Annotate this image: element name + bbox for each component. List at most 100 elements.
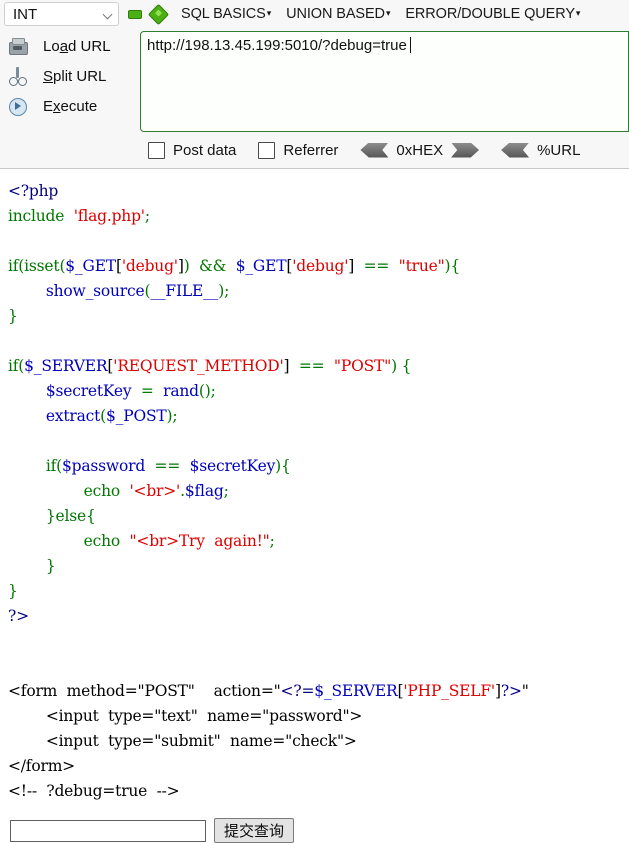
code-token: "<br>Try again!" [129, 532, 270, 550]
code-line: <input type="text" name="password"> [8, 704, 629, 729]
code-token: 'flag.php' [73, 207, 145, 225]
hex-label: 0xHEX [396, 141, 444, 159]
code-token: <input type="text" name="password"> [8, 707, 363, 725]
code-token: if [8, 357, 19, 375]
code-token: <?= [280, 682, 315, 700]
code-token: { [85, 507, 96, 525]
hex-encode-arrow-icon[interactable] [451, 142, 480, 158]
url-input-value: http://198.13.45.199:5010/?debug=true [147, 37, 407, 54]
code-token: { [396, 357, 412, 375]
code-token: { [281, 457, 291, 475]
referrer-label: Referrer [283, 141, 339, 159]
code-token: $flag [184, 482, 224, 500]
split-url-button[interactable]: Split URL [0, 61, 140, 91]
caret-down-icon: ▾ [385, 8, 391, 18]
code-token: == [298, 357, 325, 375]
chevron-down-icon [104, 10, 113, 19]
code-token: '<br>' [129, 482, 181, 500]
url-encoder-group: %URL [501, 142, 588, 159]
execute-button[interactable]: Execute [0, 91, 140, 121]
code-token: <!-- ?debug=true --> [8, 782, 180, 800]
post-data-checkbox[interactable] [148, 141, 165, 159]
menu-error-double-query[interactable]: ERROR/DOUBLE QUERY▾ [405, 6, 580, 22]
code-token: " [521, 682, 529, 700]
caret-down-icon: ▾ [266, 8, 272, 18]
referrer-option[interactable]: Referrer [258, 141, 339, 159]
execute-label: Execute [43, 97, 98, 115]
minus-icon[interactable] [128, 10, 142, 19]
hackbar-main-row: Load URL Split URL Execute http://198.13… [0, 28, 629, 132]
code-token: show_source [45, 282, 145, 300]
code-token: $secretKey [189, 457, 276, 475]
code-line: $secretKey = rand(); [8, 379, 629, 404]
hex-decode-arrow-icon[interactable] [360, 142, 389, 158]
code-line: } [8, 304, 629, 329]
code-token: 'debug' [292, 257, 349, 275]
post-data-option[interactable]: Post data [148, 141, 237, 159]
password-form: 提交查询 [0, 804, 629, 843]
php-source-view: <?php include 'flag.php'; if(isset($_GET[… [0, 169, 629, 804]
code-token: () [198, 382, 211, 400]
code-token: ; [210, 382, 216, 400]
code-line: }else{ [8, 504, 629, 529]
referrer-checkbox[interactable] [258, 141, 276, 159]
text-cursor [409, 37, 411, 53]
load-url-label: Load URL [43, 37, 111, 55]
code-token: "true" [398, 257, 445, 275]
hackbar-panel: INT SQL BASICS▾ UNION BASED▾ ERROR/DOUBL… [0, 0, 629, 169]
hackbar-menubar: INT SQL BASICS▾ UNION BASED▾ ERROR/DOUBL… [0, 0, 629, 28]
code-line: <!-- ?debug=true --> [8, 779, 629, 804]
code-token: $_SERVER [24, 357, 108, 375]
menu-sql-basics[interactable]: SQL BASICS▾ [181, 6, 271, 22]
code-line: extract($_POST); [8, 404, 629, 429]
code-line: ?> [8, 604, 629, 629]
code-line: echo '<br>'.$flag; [8, 479, 629, 504]
code-token: if [45, 457, 57, 475]
code-line: <input type="submit" name="check"> [8, 729, 629, 754]
hackbar-action-list: Load URL Split URL Execute [0, 28, 140, 121]
menu-error-double-query-label: ERROR/DOUBLE QUERY [405, 6, 575, 22]
printer-icon [7, 36, 29, 56]
scissors-icon [7, 66, 29, 86]
code-token: ?> [8, 607, 29, 625]
menu-union-based[interactable]: UNION BASED▾ [286, 6, 390, 22]
code-token: __FILE__ [150, 282, 219, 300]
url-decode-arrow-icon[interactable] [501, 142, 530, 158]
plus-icon[interactable] [147, 3, 170, 25]
injection-type-select[interactable]: INT [4, 2, 119, 26]
hex-encoder-group: 0xHEX [360, 141, 480, 159]
code-line: if($password == $secretKey){ [8, 454, 629, 479]
code-token: include [8, 207, 65, 225]
code-token: 'PHP_SELF' [403, 682, 495, 700]
code-token: rand [163, 382, 199, 400]
url-input[interactable]: http://198.13.45.199:5010/?debug=true [140, 31, 629, 132]
code-token: && [199, 257, 227, 275]
load-url-button[interactable]: Load URL [0, 31, 140, 61]
code-token: $secretKey [45, 382, 132, 400]
code-token: if [8, 257, 19, 275]
code-line: </form> [8, 754, 629, 779]
hackbar-options-bar: Post data Referrer 0xHEX %URL [0, 132, 629, 168]
url-field-wrapper: http://198.13.45.199:5010/?debug=true [140, 28, 629, 132]
post-data-label: Post data [173, 141, 237, 159]
code-token: } [8, 307, 18, 325]
code-token: ; [144, 207, 150, 225]
code-line: include 'flag.php'; [8, 204, 629, 229]
code-line: } [8, 579, 629, 604]
